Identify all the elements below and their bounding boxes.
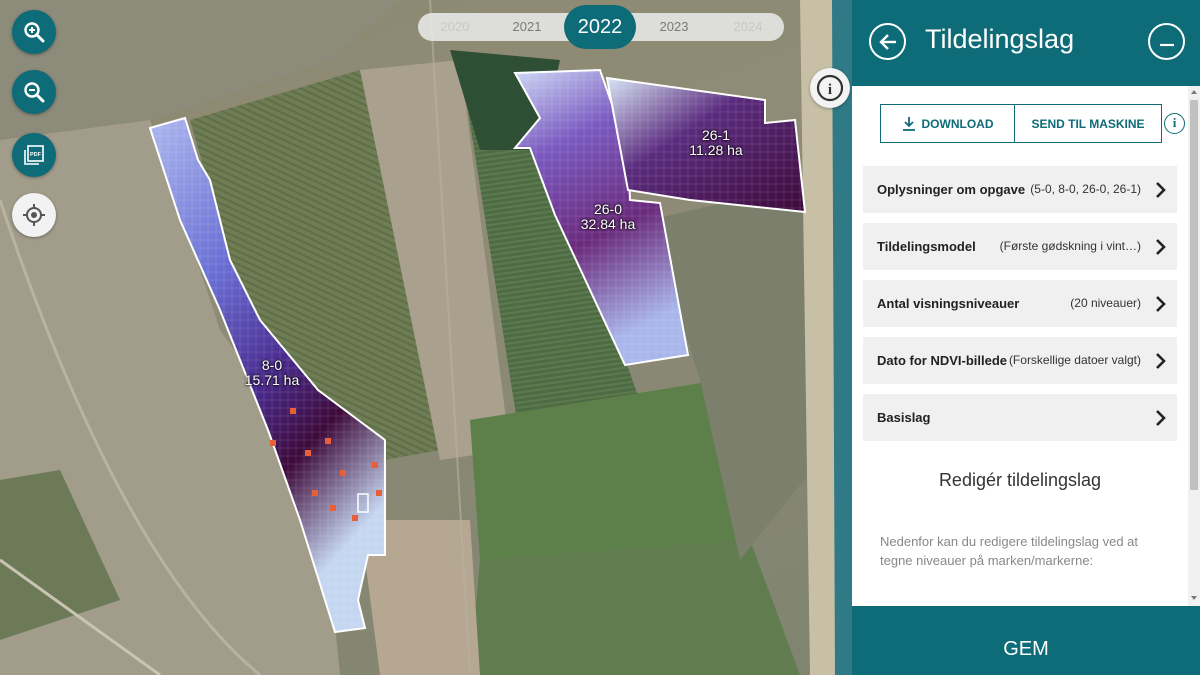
edit-section-title: Redigér tildelingslag <box>938 470 1102 490</box>
row-display-levels[interactable]: Antal visningsniveauer (20 niveauer) <box>863 280 1177 327</box>
year-option[interactable]: 2023 <box>649 13 699 41</box>
svg-text:i: i <box>828 82 832 98</box>
minimize-button[interactable] <box>1148 23 1185 60</box>
download-label: DOWNLOAD <box>921 116 994 131</box>
zoom-in-icon <box>24 22 45 43</box>
zoom-out-icon <box>24 82 45 103</box>
side-panel: Tildelingslag DOWNLOAD SEND TIL MASKINE … <box>852 0 1200 675</box>
panel-title: Tildelingslag <box>925 24 1075 54</box>
save-button[interactable]: GEM <box>852 606 1200 675</box>
row-label: Tildelingsmodel <box>877 239 976 254</box>
row-label: Oplysninger om opgave <box>877 182 1026 197</box>
download-button[interactable]: DOWNLOAD <box>880 104 1015 143</box>
send-label: SEND TIL MASKINE <box>1031 116 1145 131</box>
row-base-layer[interactable]: Basislag <box>863 394 1177 441</box>
row-task-info[interactable]: Oplysninger om opgave (5-0, 8-0, 26-0, 2… <box>863 166 1177 213</box>
satellite-basemap <box>0 0 852 675</box>
field-label-8-0: 8-0 15.71 ha <box>232 358 312 388</box>
field-label-26-1: 26-1 11.28 ha <box>676 128 756 158</box>
locate-button[interactable] <box>12 193 56 237</box>
back-button[interactable] <box>869 23 906 60</box>
locate-icon <box>23 204 45 226</box>
svg-text:PDF: PDF <box>30 152 42 158</box>
panel-header: Tildelingslag <box>852 0 1200 86</box>
row-ndvi-date[interactable]: Dato for NDVI-billede (Forskellige datoe… <box>863 337 1177 384</box>
send-to-machine-button[interactable]: SEND TIL MASKINE <box>1014 104 1162 143</box>
year-option[interactable]: 2024 <box>723 13 773 41</box>
chevron-right-icon <box>1156 239 1166 255</box>
row-value: (Første gødskning i vint…) <box>999 239 1141 253</box>
year-selector: 2020 2021 2022 2023 2024 <box>418 5 784 49</box>
arrow-left-icon <box>878 33 896 50</box>
row-label: Basislag <box>877 410 931 425</box>
field-area: 32.84 ha <box>580 216 636 232</box>
zoom-in-button[interactable] <box>12 10 56 54</box>
scroll-down-icon[interactable] <box>1191 596 1197 600</box>
field-label-26-0: 26-0 32.84 ha <box>568 202 648 232</box>
field-id: 26-1 <box>701 127 731 143</box>
download-icon <box>902 116 915 131</box>
field-id: 26-0 <box>593 201 623 217</box>
scroll-up-icon[interactable] <box>1191 90 1197 94</box>
year-option[interactable]: 2021 <box>502 13 552 41</box>
minus-icon <box>1159 43 1174 46</box>
row-value: (20 niveauer) <box>1070 296 1141 310</box>
field-area: 11.28 ha <box>689 142 743 158</box>
row-label: Antal visningsniveauer <box>877 296 1020 311</box>
year-option-selected[interactable]: 2022 <box>564 5 636 49</box>
row-value: (5-0, 8-0, 26-0, 26-1) <box>1030 182 1141 196</box>
row-label: Dato for NDVI-billede <box>877 353 1008 368</box>
zoom-out-button[interactable] <box>12 70 56 114</box>
chevron-right-icon <box>1156 410 1166 426</box>
chevron-right-icon <box>1156 296 1166 312</box>
field-id: 8-0 <box>261 357 283 373</box>
panel-body: DOWNLOAD SEND TIL MASKINE i Oplysninger … <box>852 86 1188 606</box>
field-area: 15.71 ha <box>244 372 300 388</box>
edit-section-description: Nedenfor kan du redigere tildelingslag v… <box>880 534 1139 568</box>
year-option[interactable]: 2020 <box>430 13 480 41</box>
chevron-right-icon <box>1156 182 1166 198</box>
row-value: (Forskellige datoer valgt) <box>1008 353 1141 367</box>
map-info-button[interactable]: i <box>810 68 850 108</box>
chevron-right-icon <box>1156 353 1166 369</box>
map-view[interactable]: 8-0 15.71 ha 26-0 32.84 ha 26-1 11.28 ha… <box>0 0 852 675</box>
scroll-thumb[interactable] <box>1190 100 1198 490</box>
pdf-export-button[interactable]: PDF <box>12 133 56 177</box>
scrollbar[interactable] <box>1188 86 1200 606</box>
info-icon: i <box>816 74 844 102</box>
pdf-icon: PDF <box>24 145 44 165</box>
info-icon[interactable]: i <box>1164 113 1185 134</box>
row-allocation-model[interactable]: Tildelingsmodel (Første gødskning i vint… <box>863 223 1177 270</box>
